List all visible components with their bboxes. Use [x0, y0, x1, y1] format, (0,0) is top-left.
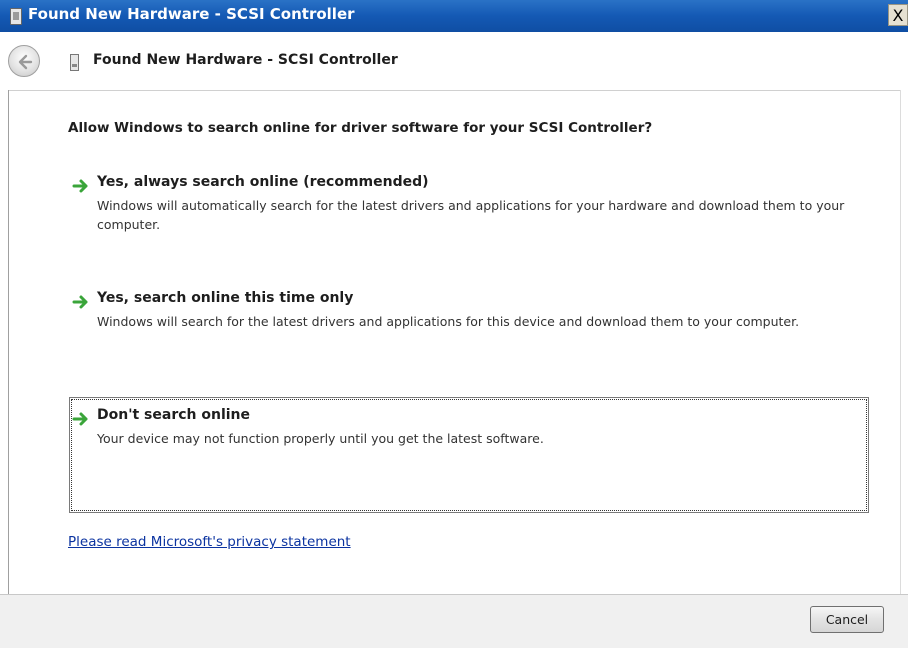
close-button[interactable]: X	[888, 4, 908, 26]
option-dont-search-online[interactable]: Don't search online Your device may not …	[72, 407, 862, 447]
back-arrow-icon	[18, 54, 33, 70]
cancel-button[interactable]: Cancel	[810, 606, 884, 633]
option-heading: Yes, search online this time only	[97, 290, 354, 306]
title-bar[interactable]: Found New Hardware - SCSI Controller X	[0, 0, 908, 32]
footer-bar	[0, 594, 908, 648]
content-border-right	[900, 90, 901, 594]
window-title: Found New Hardware - SCSI Controller	[28, 5, 355, 23]
question-heading: Allow Windows to search online for drive…	[68, 120, 653, 136]
option-description: Your device may not function properly un…	[97, 431, 544, 446]
privacy-statement-link[interactable]: Please read Microsoft's privacy statemen…	[68, 534, 351, 550]
option-description: Windows will automatically search for th…	[97, 198, 845, 232]
option-search-this-time-only[interactable]: Yes, search online this time only Window…	[72, 290, 862, 350]
option-heading: Yes, always search online (recommended)	[97, 174, 429, 190]
hardware-device-icon	[70, 54, 79, 71]
hardware-device-icon	[10, 8, 22, 25]
back-button[interactable]	[8, 45, 40, 77]
option-heading: Don't search online	[97, 407, 251, 423]
option-always-search-online[interactable]: Yes, always search online (recommended) …	[72, 174, 862, 234]
found-new-hardware-dialog: Found New Hardware - SCSI Controller X F…	[0, 0, 908, 648]
wizard-title: Found New Hardware - SCSI Controller	[93, 52, 398, 68]
green-arrow-icon	[72, 179, 88, 193]
option-description: Windows will search for the latest drive…	[97, 314, 800, 329]
green-arrow-icon	[72, 295, 88, 309]
green-arrow-icon	[72, 412, 88, 426]
